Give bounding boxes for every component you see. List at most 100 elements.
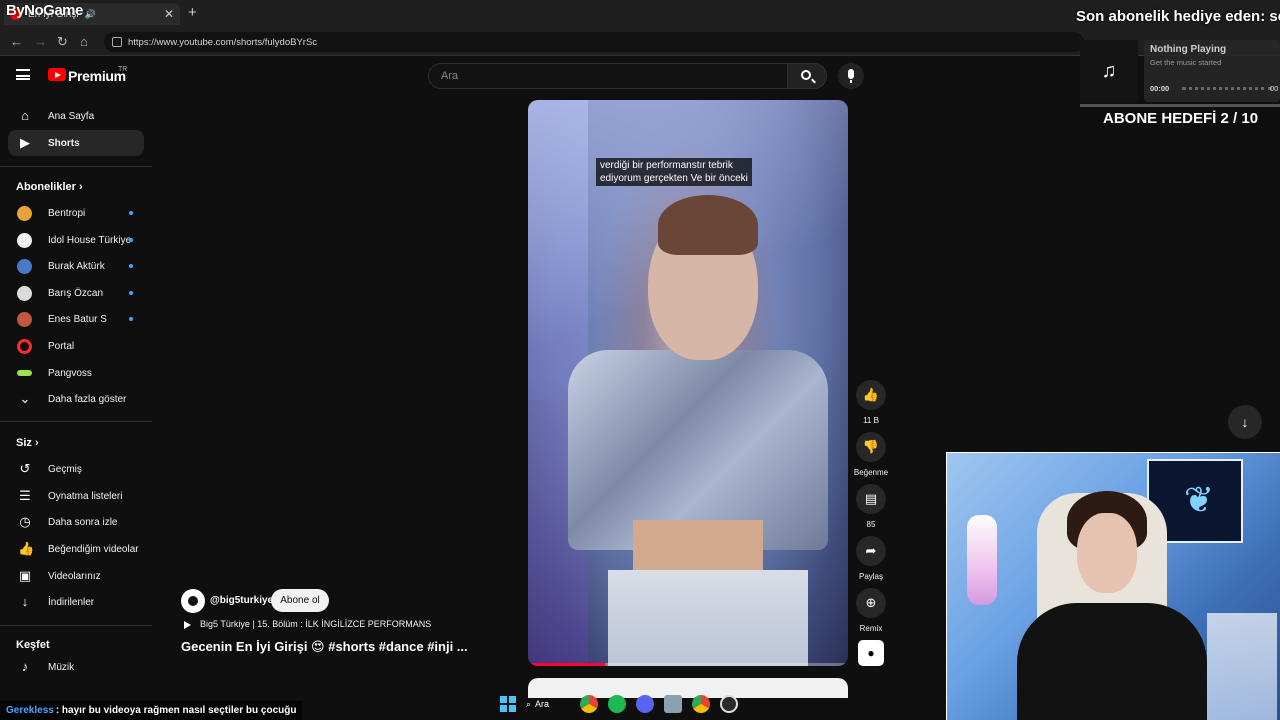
now-playing-subtitle: Get the music started bbox=[1150, 58, 1222, 67]
video-progress-fill bbox=[528, 663, 605, 666]
taskbar-search[interactable]: ⌕ Ara bbox=[526, 699, 570, 710]
home-page-icon[interactable]: ⌂ bbox=[80, 34, 88, 49]
video-icon: ▣ bbox=[18, 568, 32, 583]
sidebar-item-baris-ozcan[interactable]: Barış Özcan bbox=[8, 280, 144, 306]
sidebar-item-burak-akturk[interactable]: Burak Aktürk bbox=[8, 253, 144, 279]
share-icon: ➦ bbox=[856, 536, 886, 566]
sound-thumbnail-icon[interactable]: ● bbox=[858, 640, 884, 666]
voice-search-icon[interactable] bbox=[838, 63, 864, 89]
sidebar-item-downloads[interactable]: ↓ İndirilenler bbox=[8, 589, 144, 615]
tab-close-icon[interactable]: ✕ bbox=[164, 7, 174, 21]
windows-taskbar: ⌕ Ara bbox=[500, 692, 786, 716]
music-icon: ♪ bbox=[21, 659, 29, 674]
comment-count: 85 bbox=[866, 520, 876, 529]
video-progress-bar[interactable] bbox=[528, 663, 848, 666]
streamer-logo: ByNoGame bbox=[6, 2, 83, 19]
sidebar-item-label: İndirilenler bbox=[48, 596, 95, 608]
show-more-button[interactable]: ⌄ Daha fazla göster bbox=[8, 386, 144, 412]
comments-button[interactable]: ▤ 85 bbox=[856, 484, 886, 529]
menu-icon[interactable] bbox=[16, 69, 30, 80]
new-content-dot bbox=[129, 291, 133, 295]
sidebar-item-label: Beğendiğim videolar bbox=[48, 543, 139, 555]
video-title[interactable]: Gecenin En İyi Girişi 😍 #shorts #dance #… bbox=[181, 639, 468, 655]
divider bbox=[0, 421, 152, 422]
windows-start-icon[interactable] bbox=[500, 696, 516, 712]
sidebar-item-idol-house[interactable]: Idol House Türkiye bbox=[8, 227, 144, 253]
forward-icon[interactable]: → bbox=[34, 34, 47, 49]
background-lamp bbox=[1207, 613, 1277, 720]
now-playing-duration: 00 bbox=[1270, 84, 1279, 93]
sidebar-item-label: Enes Batur S bbox=[48, 313, 107, 325]
divider bbox=[0, 625, 152, 626]
sidebar-item-label: Daha sonra izle bbox=[48, 516, 118, 528]
sidebar-item-bentropi[interactable]: Bentropi bbox=[8, 200, 144, 226]
search-icon bbox=[801, 70, 811, 80]
url-field[interactable]: https://www.youtube.com/shorts/fulydoBYr… bbox=[104, 32, 1084, 52]
chevron-right-icon: › bbox=[34, 437, 39, 449]
channel-avatar[interactable] bbox=[181, 589, 205, 613]
sidebar-item-label: Müzik bbox=[48, 661, 75, 673]
app-icon[interactable] bbox=[664, 695, 682, 713]
dislike-button[interactable]: 👎 Beğenme bbox=[854, 432, 888, 477]
reload-icon[interactable]: ↻ bbox=[57, 34, 68, 50]
subscribe-button[interactable]: Abone ol bbox=[271, 589, 329, 612]
sidebar-item-music[interactable]: ♪ Müzik bbox=[8, 654, 144, 680]
remix-button[interactable]: ⊕ Remix bbox=[856, 588, 886, 633]
new-tab-icon[interactable]: + bbox=[188, 4, 197, 21]
music-link[interactable]: Big5 Türkiye | 15. Bölüm : İLK İNGİLİZCE… bbox=[184, 619, 431, 629]
sidebar-item-home[interactable]: ⌂ Ana Sayfa bbox=[8, 103, 144, 129]
sidebar-item-label: Barış Özcan bbox=[48, 287, 104, 299]
sidebar-item-enes-batur[interactable]: Enes Batur S bbox=[8, 306, 144, 332]
obs-icon[interactable] bbox=[720, 695, 738, 713]
subscriptions-header[interactable]: Abonelikler › bbox=[16, 181, 83, 193]
sidebar-item-watch-later[interactable]: ◷ Daha sonra izle bbox=[8, 509, 144, 535]
video-subtitle: verdiği bir performanstır tebrik ediyoru… bbox=[596, 158, 752, 186]
spotify-icon[interactable] bbox=[608, 695, 626, 713]
playlist-icon: ☰ bbox=[19, 488, 31, 503]
youtube-logo-icon[interactable] bbox=[48, 68, 66, 81]
discord-icon[interactable] bbox=[636, 695, 654, 713]
sidebar-item-your-videos[interactable]: ▣ Videolarınız bbox=[8, 563, 144, 589]
tab-audio-icon[interactable]: 🔊 bbox=[85, 9, 96, 20]
sidebar-item-label: Daha fazla göster bbox=[48, 393, 127, 405]
sidebar-item-playlists[interactable]: ☰ Oynatma listeleri bbox=[8, 483, 144, 509]
sidebar-item-label: Shorts bbox=[48, 137, 80, 149]
back-icon[interactable]: ← bbox=[10, 34, 23, 49]
site-info-icon[interactable] bbox=[112, 37, 122, 47]
chevron-right-icon: › bbox=[78, 181, 83, 193]
channel-name[interactable]: @big5turkiye bbox=[210, 595, 273, 606]
now-playing-track bbox=[1182, 87, 1272, 90]
now-playing-elapsed: 00:00 bbox=[1150, 84, 1170, 93]
sidebar-item-pangvoss[interactable]: Pangvoss bbox=[8, 360, 144, 386]
thumbs-up-icon: 👍 bbox=[18, 541, 35, 556]
new-content-dot bbox=[129, 264, 133, 268]
like-button[interactable]: 👍 11 B bbox=[856, 380, 886, 425]
chat-message: Gerekless : hayır bu videoya rağmen nası… bbox=[0, 701, 303, 720]
search-input[interactable]: Ara bbox=[428, 63, 788, 89]
you-header[interactable]: Siz › bbox=[16, 437, 39, 449]
avatar bbox=[17, 232, 32, 248]
avatar bbox=[17, 258, 32, 274]
taskbar-search-label: Ara bbox=[535, 699, 550, 709]
like-count: 11 B bbox=[863, 416, 879, 425]
chrome-icon[interactable] bbox=[692, 695, 710, 713]
new-content-dot bbox=[129, 211, 133, 215]
sidebar-item-portal[interactable]: Portal bbox=[8, 333, 144, 359]
search-button[interactable] bbox=[787, 63, 827, 89]
share-button[interactable]: ➦ Paylaş bbox=[856, 536, 886, 581]
now-playing-title: Nothing Playing bbox=[1150, 44, 1227, 55]
play-icon bbox=[184, 620, 191, 629]
sidebar-item-shorts[interactable]: ▶ Shorts bbox=[8, 130, 144, 156]
microphone bbox=[967, 515, 997, 605]
sidebar-item-liked-videos[interactable]: 👍 Beğendiğim videolar bbox=[8, 536, 144, 562]
explore-header: Keşfet bbox=[16, 639, 50, 651]
gift-sub-ticker: Son abonelik hediye eden: serr bbox=[1076, 8, 1280, 25]
next-video-arrow-icon[interactable]: ↓ bbox=[1228, 405, 1262, 439]
chrome-icon[interactable] bbox=[580, 695, 598, 713]
home-icon: ⌂ bbox=[21, 108, 29, 123]
thumbs-down-icon: 👎 bbox=[856, 432, 886, 462]
sidebar-item-history[interactable]: ↺ Geçmiş bbox=[8, 456, 144, 482]
avatar bbox=[17, 338, 32, 354]
video-performer-skirt bbox=[608, 570, 808, 666]
overlay-divider bbox=[1080, 104, 1280, 107]
